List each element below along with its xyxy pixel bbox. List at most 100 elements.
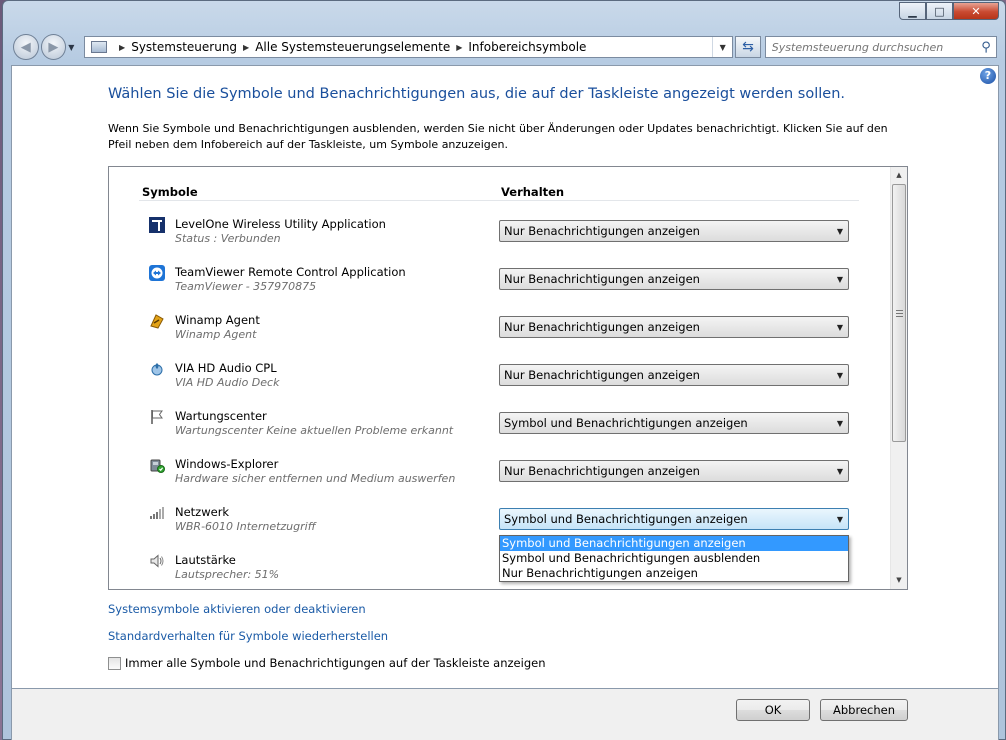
select-value: Symbol und Benachrichtigungen anzeigen [504, 512, 748, 526]
behavior-dropdown-list: Symbol und Benachrichtigungen anzeigen S… [499, 535, 849, 582]
forward-arrow-icon: ▶ [48, 39, 59, 55]
vertical-scrollbar[interactable]: ▲ ▼ [890, 167, 907, 589]
list-item: Windows-Explorer Hardware sicher entfern… [145, 453, 855, 497]
chevron-down-icon: ▼ [836, 514, 844, 524]
refresh-button[interactable]: ⇆ [735, 36, 761, 58]
dropdown-option[interactable]: Nur Benachrichtigungen anzeigen [500, 566, 848, 581]
content-area: ? Wählen Sie die Symbole und Benachricht… [11, 65, 999, 689]
chevron-down-icon: ▼ [836, 274, 844, 284]
search-icon[interactable]: ⚲ [976, 40, 996, 55]
item-status: TeamViewer - 357970875 [175, 280, 317, 293]
forward-button[interactable]: ▶ [40, 34, 67, 60]
minimize-button[interactable]: ▁ [899, 2, 926, 20]
network-icon [150, 507, 164, 519]
item-status: Status : Verbunden [175, 232, 281, 245]
behavior-select[interactable]: Symbol und Benachrichtigungen anzeigen ▼ [499, 412, 849, 434]
navigation-bar: ◀ ▶ ▼ ▶ Systemsteuerung ▶ Alle Systemste… [13, 33, 998, 61]
checkbox-label: Immer alle Symbole und Benachrichtigunge… [125, 656, 546, 670]
list-item: LevelOne Wireless Utility Application St… [145, 213, 855, 257]
item-name: Windows-Explorer [175, 457, 279, 471]
search-box[interactable]: ⚲ [764, 36, 998, 58]
chevron-down-icon: ▼ [836, 226, 844, 236]
help-icon[interactable]: ? [980, 68, 996, 84]
chevron-right-icon: ▶ [119, 42, 126, 52]
teamviewer-icon [149, 265, 165, 281]
dialog-footer: OK Abbrechen [11, 689, 999, 740]
flag-icon [151, 410, 163, 424]
via-audio-icon [151, 363, 163, 376]
select-value: Nur Benachrichtigungen anzeigen [504, 464, 700, 478]
search-input[interactable] [771, 40, 977, 54]
grip-icon [896, 310, 903, 317]
winamp-icon [150, 314, 164, 329]
page-title: Wählen Sie die Symbole und Benachrichtig… [108, 86, 845, 102]
behavior-select[interactable]: Nur Benachrichtigungen anzeigen ▼ [499, 316, 849, 338]
select-value: Symbol und Benachrichtigungen anzeigen [504, 416, 748, 430]
chevron-down-icon: ▼ [836, 466, 844, 476]
page-description: Wenn Sie Symbole und Benachrichtigungen … [108, 122, 888, 151]
address-bar[interactable]: ▶ Systemsteuerung ▶ Alle Systemsteuerung… [84, 36, 734, 58]
breadcrumb-infobereichsymbole[interactable]: Infobereichsymbole [468, 40, 586, 54]
behavior-select[interactable]: Nur Benachrichtigungen anzeigen ▼ [499, 460, 849, 482]
caption-buttons: ▁ □ ✕ [899, 2, 999, 20]
column-header-symbols: Symbole [142, 185, 198, 199]
item-name: Netzwerk [175, 505, 230, 519]
ok-button[interactable]: OK [736, 699, 810, 721]
select-value: Nur Benachrichtigungen anzeigen [504, 224, 700, 238]
column-header-behavior: Verhalten [501, 185, 565, 199]
dropdown-option[interactable]: Symbol und Benachrichtigungen anzeigen [500, 536, 848, 551]
scroll-down-icon[interactable]: ▼ [891, 572, 907, 589]
chevron-down-icon: ▼ [836, 370, 844, 380]
select-value: Nur Benachrichtigungen anzeigen [504, 272, 700, 286]
levelone-icon [149, 217, 165, 233]
back-arrow-icon: ◀ [20, 39, 31, 55]
speaker-icon [150, 554, 164, 568]
item-name: TeamViewer Remote Control Application [175, 265, 406, 279]
breadcrumb-systemsteuerung[interactable]: Systemsteuerung [131, 40, 237, 54]
system-icons-link[interactable]: Systemsymbole aktivieren oder deaktivier… [108, 602, 366, 616]
item-status: Hardware sicher entfernen und Medium aus… [175, 472, 456, 485]
chevron-down-icon: ▼ [836, 322, 844, 332]
chevron-right-icon[interactable]: ▶ [243, 43, 249, 52]
control-panel-window: ▁ □ ✕ ◀ ▶ ▼ ▶ Systemsteuerung ▶ Alle Sys… [2, 0, 1006, 740]
item-name: Lautstärke [175, 553, 236, 567]
address-dropdown-icon[interactable]: ▼ [712, 37, 732, 57]
item-name: Winamp Agent [175, 313, 260, 327]
scroll-up-icon[interactable]: ▲ [891, 167, 907, 184]
refresh-icon: ⇆ [742, 39, 754, 55]
chevron-right-icon[interactable]: ▶ [456, 43, 462, 52]
header-divider [139, 200, 859, 201]
always-show-checkbox[interactable]: Immer alle Symbole und Benachrichtigunge… [108, 656, 546, 670]
close-button[interactable]: ✕ [953, 2, 999, 20]
dropdown-option[interactable]: Symbol und Benachrichtigungen ausblenden [500, 551, 848, 566]
scroll-thumb[interactable] [892, 184, 906, 442]
list-item: Wartungscenter Wartungscenter Keine aktu… [145, 405, 855, 449]
behavior-select[interactable]: Nur Benachrichtigungen anzeigen ▼ [499, 364, 849, 386]
item-name: Wartungscenter [175, 409, 267, 423]
list-item: TeamViewer Remote Control Application Te… [145, 261, 855, 305]
control-panel-icon [91, 41, 108, 53]
item-status: Wartungscenter Keine aktuellen Probleme … [175, 424, 454, 437]
chevron-down-icon: ▼ [836, 418, 844, 428]
back-button[interactable]: ◀ [13, 34, 39, 60]
item-status: Lautsprecher: 51% [175, 568, 280, 581]
checkbox-box[interactable] [108, 656, 121, 670]
recent-pages-dropdown[interactable]: ▼ [68, 43, 78, 52]
behavior-select[interactable]: Nur Benachrichtigungen anzeigen ▼ [499, 268, 849, 290]
breadcrumb-alle-elemente[interactable]: Alle Systemsteuerungselemente [255, 40, 450, 54]
select-value: Nur Benachrichtigungen anzeigen [504, 320, 700, 334]
item-status: VIA HD Audio Deck [175, 376, 280, 389]
restore-defaults-link[interactable]: Standardverhalten für Symbole wiederhers… [108, 629, 388, 643]
behavior-select[interactable]: Symbol und Benachrichtigungen anzeigen ▼ [499, 508, 849, 530]
behavior-select[interactable]: Nur Benachrichtigungen anzeigen ▼ [499, 220, 849, 242]
icon-list: Symbole Verhalten LevelOne Wireless Util… [108, 166, 908, 590]
item-name: VIA HD Audio CPL [175, 361, 277, 375]
select-value: Nur Benachrichtigungen anzeigen [504, 368, 700, 382]
safely-remove-icon [150, 459, 165, 473]
item-status: Winamp Agent [175, 328, 257, 341]
list-item: Winamp Agent Winamp Agent Nur Benachrich… [145, 309, 855, 353]
list-item: VIA HD Audio CPL VIA HD Audio Deck Nur B… [145, 357, 855, 401]
maximize-button[interactable]: □ [926, 2, 953, 20]
item-name: LevelOne Wireless Utility Application [175, 217, 386, 231]
cancel-button[interactable]: Abbrechen [820, 699, 908, 721]
